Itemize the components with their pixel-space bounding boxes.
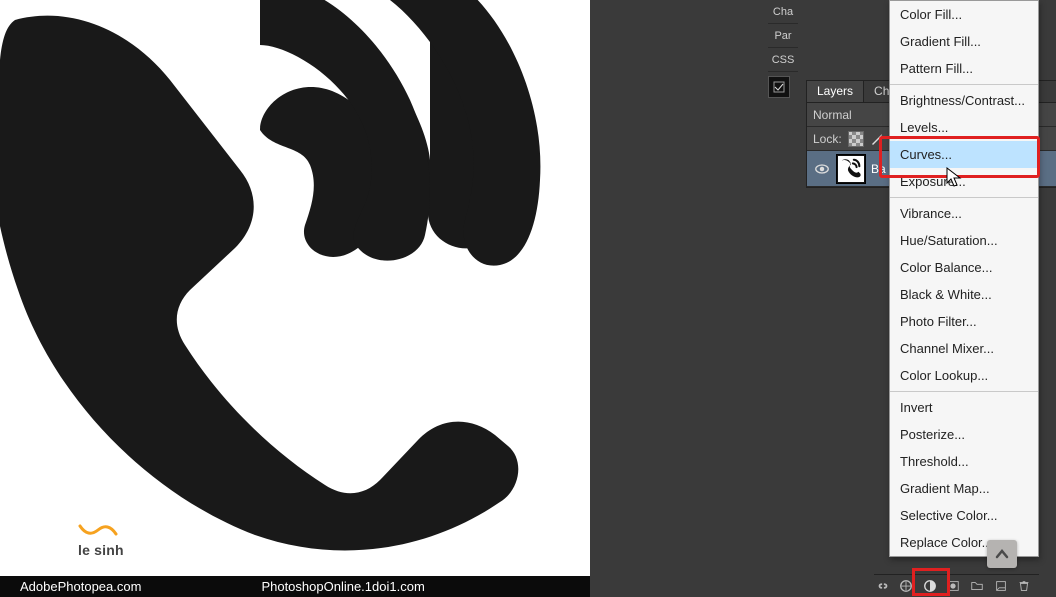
lock-brush-icon[interactable] bbox=[870, 132, 884, 146]
ctx-item-posterize[interactable]: Posterize... bbox=[890, 421, 1038, 448]
tab-paragraph[interactable]: Par bbox=[768, 24, 798, 48]
ctx-item-vibrance[interactable]: Vibrance... bbox=[890, 200, 1038, 227]
ctx-item-levels[interactable]: Levels... bbox=[890, 114, 1038, 141]
blend-mode-value: Normal bbox=[813, 108, 852, 122]
ctx-item-threshold[interactable]: Threshold... bbox=[890, 448, 1038, 475]
ctx-item-invert[interactable]: Invert bbox=[890, 394, 1038, 421]
ctx-item-hue-saturation[interactable]: Hue/Saturation... bbox=[890, 227, 1038, 254]
chevron-up-icon bbox=[995, 548, 1009, 560]
ctx-item-channel-mixer[interactable]: Channel Mixer... bbox=[890, 335, 1038, 362]
tab-layers[interactable]: Layers bbox=[807, 81, 864, 102]
adjustment-layer-menu: Color Fill...Gradient Fill...Pattern Fil… bbox=[889, 0, 1039, 557]
ctx-item-color-balance[interactable]: Color Balance... bbox=[890, 254, 1038, 281]
ctx-item-photo-filter[interactable]: Photo Filter... bbox=[890, 308, 1038, 335]
adjustment-layer-icon[interactable] bbox=[921, 577, 939, 595]
watermark-text: le sinh bbox=[78, 542, 124, 558]
new-folder-icon[interactable] bbox=[968, 577, 986, 595]
layer-fx-icon[interactable] bbox=[898, 577, 916, 595]
ctx-item-curves[interactable]: Curves... bbox=[890, 141, 1038, 168]
scroll-to-top-button[interactable] bbox=[987, 540, 1017, 568]
delete-layer-icon[interactable] bbox=[1015, 577, 1033, 595]
ctx-item-gradient-map[interactable]: Gradient Map... bbox=[890, 475, 1038, 502]
new-layer-icon[interactable] bbox=[992, 577, 1010, 595]
ctx-item-color-fill[interactable]: Color Fill... bbox=[890, 1, 1038, 28]
ctx-item-black-white[interactable]: Black & White... bbox=[890, 281, 1038, 308]
layer-name: Ba bbox=[871, 162, 886, 176]
footer-url-left: AdobePhotopea.com bbox=[20, 579, 141, 594]
menu-separator bbox=[890, 391, 1038, 392]
layers-panel-bottom-bar bbox=[874, 574, 1039, 596]
ctx-item-exposure[interactable]: Exposure... bbox=[890, 168, 1038, 195]
menu-separator bbox=[890, 84, 1038, 85]
visibility-eye-icon[interactable] bbox=[813, 160, 831, 178]
ctx-item-gradient-fill[interactable]: Gradient Fill... bbox=[890, 28, 1038, 55]
ctx-item-brightness-contrast[interactable]: Brightness/Contrast... bbox=[890, 87, 1038, 114]
ctx-item-selective-color[interactable]: Selective Color... bbox=[890, 502, 1038, 529]
layer-mask-icon[interactable] bbox=[945, 577, 963, 595]
tab-character[interactable]: Cha bbox=[768, 0, 798, 24]
menu-separator bbox=[890, 197, 1038, 198]
watermark-logo-icon bbox=[78, 524, 118, 542]
ctx-item-pattern-fill[interactable]: Pattern Fill... bbox=[890, 55, 1038, 82]
phone-ringing-artwork bbox=[0, 0, 590, 576]
lock-label: Lock: bbox=[813, 132, 842, 146]
lock-transparent-icon[interactable] bbox=[848, 131, 864, 147]
watermark: le sinh bbox=[78, 524, 124, 558]
css-badge-icon[interactable] bbox=[768, 76, 790, 98]
ctx-item-color-lookup[interactable]: Color Lookup... bbox=[890, 362, 1038, 389]
link-layers-icon[interactable] bbox=[874, 577, 892, 595]
footer-url-right: PhotoshopOnline.1doi1.com bbox=[261, 579, 424, 594]
canvas-area[interactable]: le sinh bbox=[0, 0, 590, 576]
tab-css[interactable]: CSS bbox=[768, 48, 798, 72]
footer-bar: AdobePhotopea.com PhotoshopOnline.1doi1.… bbox=[0, 576, 590, 597]
layer-thumbnail[interactable] bbox=[837, 155, 865, 183]
collapsed-panel-tabs: Cha Par CSS bbox=[768, 0, 798, 98]
